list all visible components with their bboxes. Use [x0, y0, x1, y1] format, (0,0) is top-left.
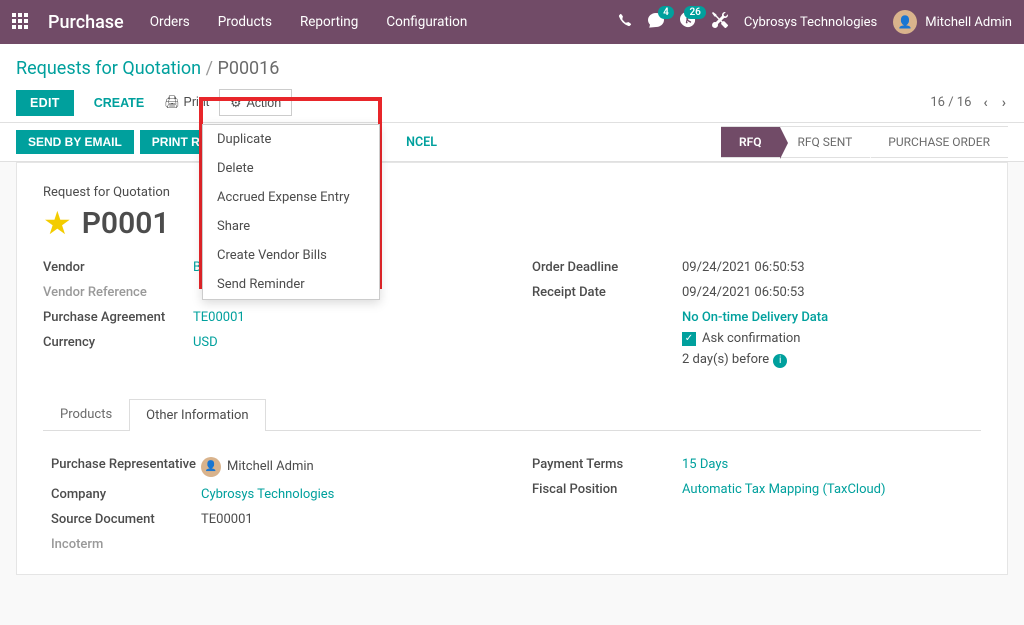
- action-button[interactable]: ⚙ Action: [219, 89, 292, 116]
- company-selector[interactable]: Cybrosys Technologies: [744, 15, 877, 30]
- activity-badge: 26: [684, 6, 705, 19]
- deadline-value: 09/24/2021 06:50:53: [682, 260, 805, 275]
- receipt-value: 09/24/2021 06:50:53: [682, 285, 805, 300]
- step-rfq-sent[interactable]: RFQ SENT: [780, 126, 871, 158]
- control-panel: Requests for Quotation / P00016 EDIT CRE…: [0, 44, 1024, 122]
- incoterm-label: Incoterm: [51, 537, 201, 552]
- avatar: 👤: [893, 10, 917, 34]
- print-button[interactable]: 🖨 Print: [154, 89, 219, 116]
- company-value[interactable]: Cybrosys Technologies: [201, 487, 334, 502]
- breadcrumb-parent[interactable]: Requests for Quotation: [16, 58, 201, 79]
- currency-label: Currency: [43, 335, 193, 350]
- action-delete[interactable]: Delete: [203, 154, 379, 183]
- source-value: TE00001: [201, 512, 253, 527]
- tab-products[interactable]: Products: [43, 398, 129, 430]
- action-send-reminder[interactable]: Send Reminder: [203, 270, 379, 299]
- phone-icon[interactable]: [618, 13, 632, 31]
- menu-configuration[interactable]: Configuration: [386, 14, 467, 30]
- pager-next-icon[interactable]: ›: [1000, 95, 1008, 111]
- delivery-info: No On-time Delivery Data ✓ Ask confirmati…: [682, 310, 828, 368]
- gear-icon: ⚙: [230, 95, 241, 110]
- payment-label: Payment Terms: [532, 457, 682, 472]
- rep-avatar: 👤: [201, 457, 221, 477]
- breadcrumb: Requests for Quotation / P00016: [16, 58, 1008, 79]
- tabs: Products Other Information: [43, 398, 981, 431]
- messages-icon[interactable]: 4: [648, 12, 664, 32]
- breadcrumb-current: P00016: [217, 58, 279, 79]
- activity-icon[interactable]: 26: [680, 12, 696, 32]
- menu-orders[interactable]: Orders: [150, 14, 190, 30]
- edit-button[interactable]: EDIT: [16, 90, 74, 116]
- action-share[interactable]: Share: [203, 212, 379, 241]
- pager-prev-icon[interactable]: ‹: [981, 95, 989, 111]
- ask-confirm-label: Ask confirmation: [702, 331, 801, 346]
- step-rfq[interactable]: RFQ: [721, 126, 780, 158]
- send-email-button[interactable]: SEND BY EMAIL: [16, 130, 134, 154]
- apps-icon[interactable]: [12, 13, 30, 31]
- payment-value[interactable]: 15 Days: [682, 457, 728, 472]
- cancel-button[interactable]: NCEL: [394, 129, 449, 156]
- user-menu[interactable]: 👤 Mitchell Admin: [893, 10, 1012, 34]
- create-button[interactable]: CREATE: [84, 90, 154, 116]
- receipt-label: Receipt Date: [532, 285, 682, 300]
- pager-text[interactable]: 16 / 16: [930, 95, 971, 110]
- print-icon: 🖨: [164, 95, 180, 109]
- rfq-number: P0001: [82, 206, 170, 241]
- source-label: Source Document: [51, 512, 201, 527]
- pager: 16 / 16 ‹ ›: [930, 95, 1008, 111]
- deadline-label: Order Deadline: [532, 260, 682, 275]
- no-delivery-data[interactable]: No On-time Delivery Data: [682, 310, 828, 325]
- days-before: 2 day(s) before: [682, 352, 769, 367]
- brand[interactable]: Purchase: [48, 12, 124, 33]
- menu-products[interactable]: Products: [218, 14, 272, 30]
- info-icon[interactable]: i: [773, 354, 787, 368]
- rep-label: Purchase Representative: [51, 457, 201, 474]
- breadcrumb-sep: /: [206, 58, 213, 79]
- main-menu: Orders Products Reporting Configuration: [150, 14, 468, 30]
- rfq-label: Request for Quotation: [43, 185, 981, 200]
- star-icon[interactable]: ★: [43, 204, 72, 242]
- agreement-label: Purchase Agreement: [43, 310, 193, 325]
- fiscal-value[interactable]: Automatic Tax Mapping (TaxCloud): [682, 482, 886, 497]
- form-view: Request for Quotation ★ P0001 VendorBE C…: [16, 162, 1008, 575]
- tab-other-info[interactable]: Other Information: [129, 399, 265, 431]
- debug-icon[interactable]: [712, 12, 728, 32]
- action-accrued-expense[interactable]: Accrued Expense Entry: [203, 183, 379, 212]
- status-steps: RFQ RFQ SENT PURCHASE ORDER: [721, 126, 1008, 158]
- checkbox-icon[interactable]: ✓: [682, 332, 696, 346]
- currency-value[interactable]: USD: [193, 335, 218, 350]
- step-purchase-order[interactable]: PURCHASE ORDER: [870, 126, 1008, 158]
- fiscal-label: Fiscal Position: [532, 482, 682, 497]
- rep-value[interactable]: 👤Mitchell Admin: [201, 457, 314, 477]
- status-bar: SEND BY EMAIL PRINT RF NCEL RFQ RFQ SENT…: [0, 122, 1024, 162]
- company-label: Company: [51, 487, 201, 502]
- agreement-value[interactable]: TE00001: [193, 310, 245, 325]
- top-nav: Purchase Orders Products Reporting Confi…: [0, 0, 1024, 44]
- messages-badge: 4: [658, 6, 674, 19]
- vendor-label: Vendor: [43, 260, 193, 275]
- action-dropdown: Duplicate Delete Accrued Expense Entry S…: [202, 124, 380, 300]
- action-duplicate[interactable]: Duplicate: [203, 125, 379, 154]
- vendor-ref-label: Vendor Reference: [43, 285, 193, 300]
- action-create-vendor-bills[interactable]: Create Vendor Bills: [203, 241, 379, 270]
- user-name: Mitchell Admin: [925, 15, 1012, 30]
- menu-reporting[interactable]: Reporting: [300, 14, 358, 30]
